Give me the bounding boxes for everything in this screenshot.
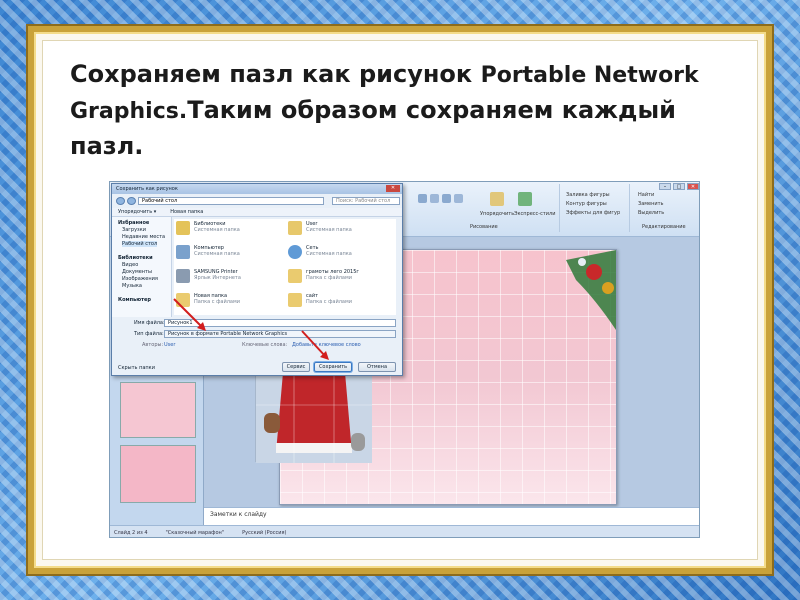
- status-bar: Слайд 2 из 4 "Сказочный марафон" Русский…: [110, 525, 699, 537]
- slide-title-part1: Сохраняем пазл как рисунок: [70, 60, 481, 88]
- shapes-icon[interactable]: [430, 194, 439, 203]
- nav-images[interactable]: Изображения: [122, 276, 158, 282]
- file-desc: Системная папка: [194, 251, 240, 257]
- keywords-label: Ключевые слова:: [242, 342, 288, 348]
- dialog-toolbar: Упорядочить ▾ Новая папка: [112, 208, 402, 217]
- file-desc: Папка с файлами: [306, 299, 352, 305]
- nav-desktop[interactable]: Рабочий стол: [122, 241, 158, 247]
- arrange-icon[interactable]: [490, 192, 504, 206]
- organize-button[interactable]: Упорядочить ▾: [118, 209, 156, 215]
- nav-documents[interactable]: Документы: [122, 269, 152, 275]
- status-language: Русский (Россия): [242, 529, 287, 536]
- red-arrow-icon: [301, 330, 329, 360]
- shapes-icon[interactable]: [418, 194, 427, 203]
- search-input[interactable]: Поиск: Рабочий стол: [332, 197, 400, 205]
- shapes-icon[interactable]: [442, 194, 451, 203]
- save-button[interactable]: Сохранить: [314, 362, 352, 372]
- find-button[interactable]: Найти: [638, 192, 654, 198]
- nav-video[interactable]: Видео: [122, 262, 138, 268]
- file-desc: Ярлык Интернета: [194, 275, 241, 281]
- file-item[interactable]: SAMSUNG Printer Ярлык Интернета: [174, 267, 282, 289]
- shape-effects-button[interactable]: Эффекты для фигур: [566, 210, 620, 216]
- address-bar[interactable]: Рабочий стол: [138, 197, 324, 205]
- arrange-label: Упорядочить: [480, 211, 515, 217]
- file-type-label: Тип файла:: [134, 331, 164, 337]
- drawing-group: Упорядочить Экспресс-стили Рисование: [410, 184, 560, 232]
- authors-label: Авторы:: [142, 342, 164, 348]
- folder-icon: [288, 269, 302, 283]
- file-desc: Системная папка: [306, 251, 352, 257]
- authors-value[interactable]: User: [164, 342, 175, 348]
- nav-libraries[interactable]: Библиотеки: [118, 255, 153, 261]
- user-folder-icon: [288, 221, 302, 235]
- file-item[interactable]: грамоты лего 2015г Папка с файлами: [286, 267, 394, 289]
- status-theme: "Сказочный марафон": [165, 529, 225, 536]
- notes-field[interactable]: Заметки к слайду: [204, 507, 699, 525]
- printer-icon: [176, 269, 190, 283]
- cancel-button[interactable]: Отмена: [358, 362, 396, 372]
- editing-group-label: Редактирование: [642, 224, 686, 230]
- back-arrow-icon[interactable]: [116, 197, 125, 205]
- express-styles-label: Экспресс-стили: [514, 211, 556, 217]
- nav-downloads[interactable]: Загрузки: [122, 227, 146, 233]
- hide-folders-button[interactable]: Скрыть папки: [118, 365, 155, 371]
- slide-title: Сохраняем пазл как рисунок Portable Netw…: [70, 57, 750, 163]
- network-icon: [288, 245, 302, 259]
- red-arrow-icon: [173, 298, 206, 331]
- navigation-pane: Избранное Загрузки Недавние места Рабочи…: [112, 217, 172, 317]
- replace-button[interactable]: Заменить: [638, 201, 664, 207]
- shape-fill-button[interactable]: Заливка фигуры: [566, 192, 610, 198]
- slide-thumbnail[interactable]: [120, 382, 196, 438]
- shape-outline-button[interactable]: Контур фигуры: [566, 201, 607, 207]
- file-desc: Системная папка: [306, 227, 352, 233]
- forward-arrow-icon[interactable]: [127, 197, 136, 205]
- shape-format-group: Заливка фигуры Контур фигуры Эффекты для…: [560, 184, 630, 232]
- computer-icon: [176, 245, 190, 259]
- file-item[interactable]: Компьютер Системная папка: [174, 243, 282, 265]
- save-as-picture-dialog: Сохранить как рисунок ✕ Рабочий стол Пои…: [111, 183, 403, 376]
- nav-music[interactable]: Музыка: [122, 283, 142, 289]
- new-folder-button[interactable]: Новая папка: [170, 209, 203, 215]
- file-item[interactable]: Сеть Системная папка: [286, 243, 394, 265]
- file-desc: Системная папка: [194, 227, 240, 233]
- service-button[interactable]: Сервис: [282, 362, 310, 372]
- dialog-title: Сохранить как рисунок: [112, 184, 402, 194]
- library-icon: [176, 221, 190, 235]
- status-slide: Слайд 2 из 4: [114, 529, 148, 536]
- editing-group: Найти Заменить Выделить Редактирование: [632, 184, 699, 232]
- file-desc: Папка с файлами: [306, 275, 352, 281]
- express-styles-icon[interactable]: [518, 192, 532, 206]
- file-item[interactable]: Библиотеки Системная папка: [174, 219, 282, 241]
- dialog-close-button[interactable]: ✕: [386, 185, 400, 192]
- christmas-decoration-icon: [566, 250, 616, 330]
- shapes-icon[interactable]: [454, 194, 463, 203]
- select-button[interactable]: Выделить: [638, 210, 664, 216]
- file-item[interactable]: сайт Папка с файлами: [286, 291, 394, 313]
- folder-icon: [288, 293, 302, 307]
- nav-computer[interactable]: Компьютер: [118, 297, 151, 303]
- slide-thumbnail[interactable]: [120, 445, 196, 503]
- file-item[interactable]: User Системная папка: [286, 219, 394, 241]
- file-name-label: Имя файла:: [134, 320, 165, 326]
- nav-recent[interactable]: Недавние места: [122, 234, 165, 240]
- nav-favorites[interactable]: Избранное: [118, 220, 149, 226]
- drawing-group-label: Рисование: [470, 224, 498, 230]
